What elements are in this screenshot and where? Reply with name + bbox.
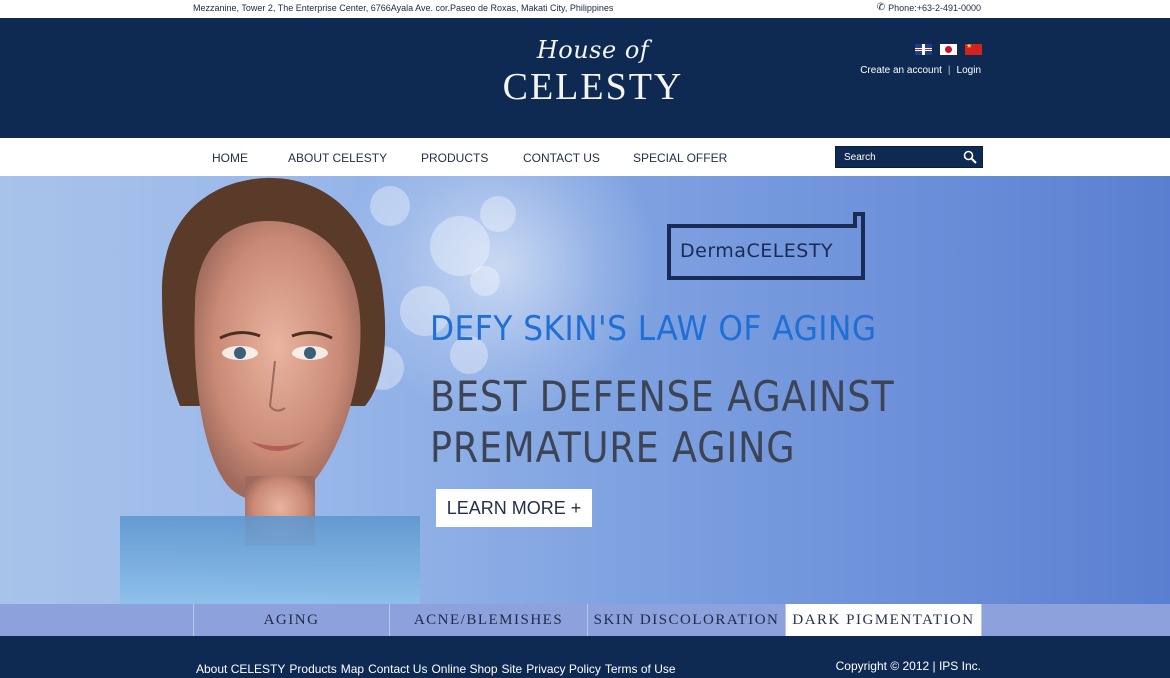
create-account-link[interactable]: Create an account bbox=[860, 65, 942, 76]
footer-link-terms[interactable]: Terms of Use bbox=[605, 662, 676, 676]
learn-more-button[interactable]: LEARN MORE + bbox=[436, 489, 592, 527]
hero-subheadline-line1: BEST DEFENSE AGAINST bbox=[430, 372, 895, 421]
account-separator: | bbox=[947, 65, 951, 76]
language-selector bbox=[915, 44, 982, 55]
footer-link-online-shop[interactable]: Online Shop bbox=[431, 662, 497, 676]
logo-script-text: House of bbox=[536, 36, 650, 64]
category-tabs: AGING ACNE/BLEMISHES SKIN DISCOLORATION … bbox=[0, 604, 1170, 636]
site-footer: About CELESTY Products Map Contact Us On… bbox=[0, 636, 1170, 678]
account-links: Create an account | Login bbox=[860, 65, 981, 76]
search-icon[interactable] bbox=[962, 149, 978, 165]
model-photo bbox=[120, 177, 420, 604]
nav-item-home[interactable]: HOME bbox=[212, 151, 248, 165]
main-navigation: HOME ABOUT CELESTY PRODUCTS CONTACT US S… bbox=[0, 138, 1170, 176]
site-logo[interactable]: House of CELESTY bbox=[480, 38, 706, 106]
tab-acne-blemishes[interactable]: ACNE/BLEMISHES bbox=[390, 604, 588, 636]
china-flag-icon[interactable] bbox=[965, 44, 982, 55]
site-header: House of CELESTY Create an account | Log… bbox=[0, 18, 1170, 138]
footer-links: About CELESTY Products Map Contact Us On… bbox=[196, 662, 676, 676]
copyright-text: Copyright © 2012 | IPS Inc. bbox=[835, 659, 981, 673]
tab-dark-pigmentation[interactable]: DARK PIGMENTATION bbox=[786, 604, 982, 636]
nav-item-about[interactable]: ABOUT CELESTY bbox=[288, 151, 387, 165]
phone-contact: ✆ Phone:+63-2-491-0000 bbox=[876, 2, 981, 14]
hero-subheadline: BEST DEFENSE AGAINST PREMATURE AGING bbox=[430, 371, 895, 473]
tab-aging[interactable]: AGING bbox=[193, 604, 390, 636]
search-box bbox=[835, 146, 983, 168]
hero-banner: DermaCELESTY DEFY SKIN'S LAW OF AGING BE… bbox=[0, 176, 1170, 604]
japan-flag-icon[interactable] bbox=[940, 44, 957, 55]
footer-link-map[interactable]: Map bbox=[341, 662, 364, 676]
footer-link-contact[interactable]: Contact Us bbox=[368, 662, 427, 676]
search-input[interactable] bbox=[836, 147, 956, 167]
nav-item-contact[interactable]: CONTACT US bbox=[523, 151, 600, 165]
bokeh-light bbox=[470, 266, 500, 296]
footer-link-site[interactable]: Site bbox=[502, 662, 523, 676]
phone-number: Phone:+63-2-491-0000 bbox=[888, 3, 981, 13]
bokeh-light bbox=[480, 196, 516, 232]
top-info-bar: Mezzanine, Tower 2, The Enterprise Cente… bbox=[0, 0, 1170, 18]
company-address: Mezzanine, Tower 2, The Enterprise Cente… bbox=[193, 3, 614, 13]
footer-link-products[interactable]: Products bbox=[289, 662, 336, 676]
logo-brand-text: CELESTY bbox=[502, 66, 684, 108]
hero-subheadline-line2: PREMATURE AGING bbox=[430, 423, 796, 472]
footer-link-privacy[interactable]: Privacy Policy bbox=[526, 662, 601, 676]
footer-link-about[interactable]: About CELESTY bbox=[196, 662, 285, 676]
nav-item-products[interactable]: PRODUCTS bbox=[421, 151, 488, 165]
nav-item-special-offer[interactable]: SPECIAL OFFER bbox=[633, 151, 727, 165]
tab-skin-discoloration[interactable]: SKIN DISCOLORATION bbox=[588, 604, 786, 636]
phone-icon: ✆ bbox=[876, 2, 886, 13]
dermacelesty-logo-text: DermaCELESTY bbox=[680, 240, 834, 262]
uk-flag-icon[interactable] bbox=[915, 44, 932, 55]
login-link[interactable]: Login bbox=[957, 65, 981, 76]
hero-headline: DEFY SKIN'S LAW OF AGING bbox=[430, 309, 877, 349]
